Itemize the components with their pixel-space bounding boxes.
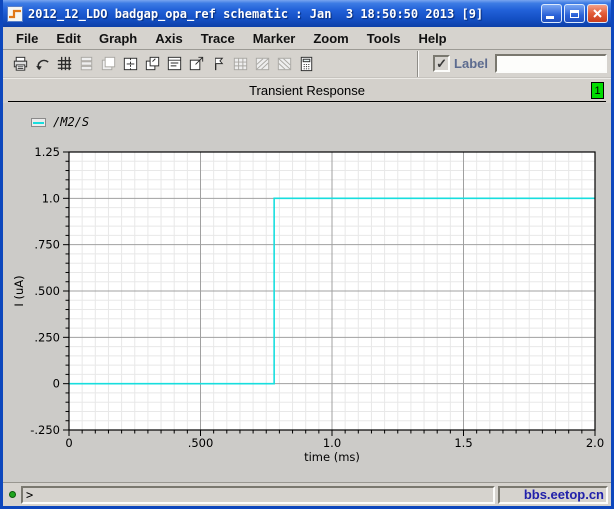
watermark-text: bbs.eetop.cn [523,487,604,502]
watermark-panel: bbs.eetop.cn [498,485,608,504]
menu-item-trace[interactable]: Trace [192,29,244,48]
window-frame: 2012_12_LDO badgap_opa_ref schematic : J… [3,0,611,506]
svg-text:0: 0 [53,377,60,391]
calculator-icon[interactable] [295,53,317,75]
svg-text:0: 0 [65,436,72,450]
zoom-x-icon [251,53,273,75]
svg-text:time (ms): time (ms) [304,450,360,464]
zoom-y-icon [273,53,295,75]
menu-item-help[interactable]: Help [409,29,455,48]
split-strips-icon[interactable] [119,53,141,75]
undo-icon[interactable] [31,53,53,75]
compose-window-icon [97,53,119,75]
menu-item-zoom[interactable]: Zoom [304,29,357,48]
svg-text:1.0: 1.0 [323,436,341,450]
window-title: 2012_12_LDO badgap_opa_ref schematic : J… [28,6,484,21]
page-badge[interactable]: 1 [591,82,604,99]
minimize-icon [546,16,554,19]
svg-text:-.250: -.250 [30,423,60,437]
legend-label: /M2/S [53,115,90,129]
strip-chart-icon [75,53,97,75]
svg-text:1.25: 1.25 [34,145,60,159]
ready-indicator-icon [8,491,16,498]
plot-header: Transient Response 1 [3,78,611,103]
minimize-button[interactable] [541,4,562,23]
toolbar-icons [9,53,317,75]
pop-out-window-icon[interactable] [185,53,207,75]
header-underline [8,101,606,102]
menu-item-tools[interactable]: Tools [358,29,410,48]
legend-item[interactable]: /M2/S [31,115,89,129]
close-button[interactable] [587,4,608,23]
command-prompt: > [26,487,34,502]
close-icon [593,9,602,18]
status-bar: > bbs.eetop.cn [3,482,611,506]
svg-text:.500: .500 [34,284,60,298]
svg-text:.250: .250 [34,330,60,344]
menu-item-graph[interactable]: Graph [90,29,146,48]
subwindow-list-icon[interactable] [163,53,185,75]
print-icon[interactable] [9,53,31,75]
svg-text:1.5: 1.5 [454,436,472,450]
data-table-icon [229,53,251,75]
checkmark-icon: ✓ [436,56,447,71]
tool-bar: ✓ Label [3,50,611,78]
app-icon [7,5,23,22]
svg-text:.500: .500 [188,436,214,450]
plot-title: Transient Response [249,83,365,98]
trace-legend: /M2/S [31,115,89,129]
menu-item-file[interactable]: File [7,29,47,48]
status-indicator [6,491,18,498]
graph-area: 0 .500 1.0 1.5 2.0 -.250 0 .250 .500 .750 1.0 1.25 t… [3,103,611,482]
trace-color-line [33,121,44,124]
grid-icon[interactable] [53,53,75,75]
label-input[interactable] [495,54,607,73]
svg-text:.750: .750 [34,238,60,252]
label-checkbox[interactable]: ✓ [433,55,451,72]
maximize-icon [570,9,579,18]
overlay-windows-icon[interactable] [141,53,163,75]
command-input[interactable]: > [21,485,495,504]
label-checkbox-label: Label [454,56,488,71]
maximize-button[interactable] [564,4,585,23]
menu-item-axis[interactable]: Axis [146,29,191,48]
toolbar-separator [417,50,420,77]
app-window: 2012_12_LDO badgap_opa_ref schematic : J… [0,0,614,509]
trace-color-swatch [31,117,46,127]
waveform-plot[interactable]: 0 .500 1.0 1.5 2.0 -.250 0 .250 .500 .750 1.0 1.25 t… [3,103,611,482]
label-tool-icon[interactable] [207,53,229,75]
menu-item-marker[interactable]: Marker [244,29,305,48]
title-bar[interactable]: 2012_12_LDO badgap_opa_ref schematic : J… [3,0,611,27]
svg-text:I (uA): I (uA) [12,275,26,306]
svg-text:2.0: 2.0 [586,436,604,450]
svg-text:1.0: 1.0 [42,191,60,205]
menu-item-edit[interactable]: Edit [47,29,90,48]
menu-bar: File Edit Graph Axis Trace Marker Zoom Tools Hel… [3,27,611,50]
